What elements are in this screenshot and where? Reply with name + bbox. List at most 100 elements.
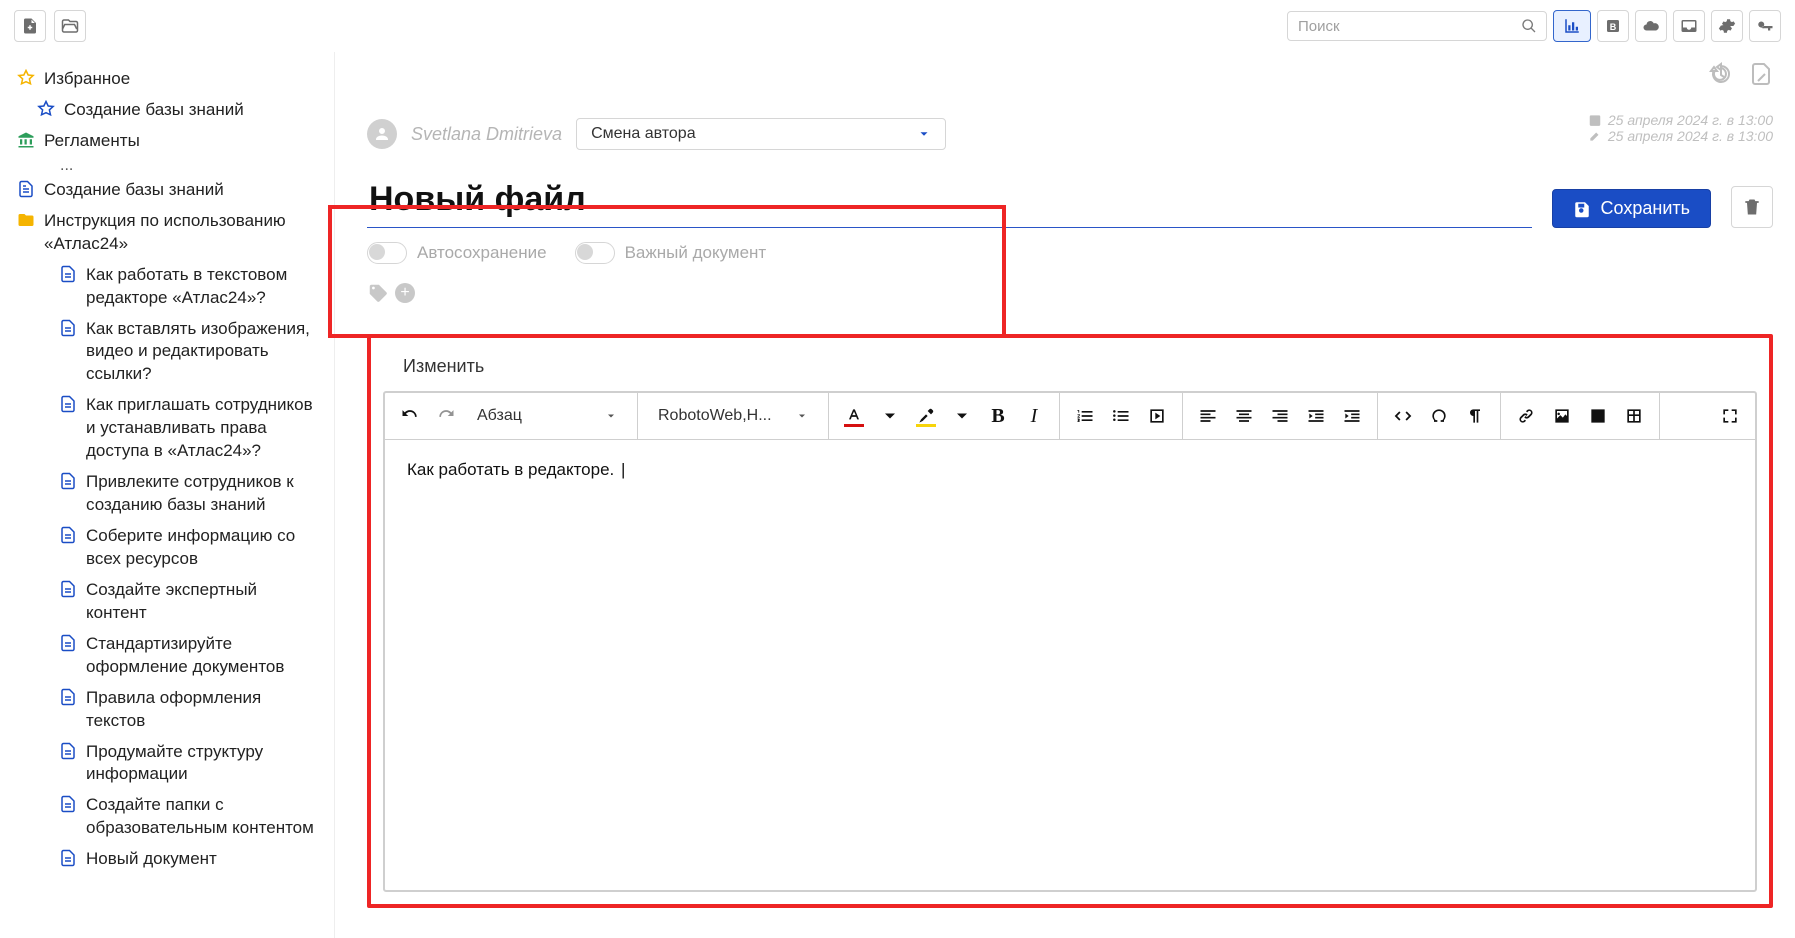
sidebar-doc-2[interactable]: Как вставлять изображения, видео и редак… [14, 314, 324, 391]
history-icon[interactable] [1709, 62, 1733, 91]
unordered-list-button[interactable] [1104, 399, 1138, 433]
sidebar-item-label: Стандартизируйте оформление документов [86, 633, 322, 679]
undo-icon [400, 406, 420, 426]
bank-icon [16, 130, 36, 150]
align-right-icon [1270, 406, 1290, 426]
bold-button[interactable]: B [981, 399, 1015, 433]
sidebar-item-label: Инструкция по использованию «Атлас24» [44, 210, 322, 256]
table-button[interactable] [1617, 399, 1651, 433]
search-button[interactable] [1515, 11, 1543, 41]
sidebar-item-label: Избранное [44, 68, 322, 91]
inbox-button[interactable] [1673, 10, 1705, 42]
delete-button[interactable] [1731, 186, 1773, 228]
change-author-select[interactable]: Смена автора [576, 118, 946, 150]
document-icon [58, 579, 78, 599]
cloud-button[interactable] [1635, 10, 1667, 42]
document-icon [16, 179, 36, 199]
fullscreen-button[interactable] [1713, 399, 1747, 433]
save-button-label: Сохранить [1601, 198, 1690, 219]
edit-date-icon [1588, 129, 1602, 143]
sidebar-doc-11[interactable]: Новый документ [14, 844, 324, 875]
sidebar-doc-3[interactable]: Как приглашать сотрудников и устанавлива… [14, 390, 324, 467]
code-button[interactable] [1386, 399, 1420, 433]
autosave-toggle[interactable] [367, 242, 407, 264]
fullscreen-icon [1720, 406, 1740, 426]
stats-button[interactable] [1553, 10, 1591, 42]
pilcrow-icon [1465, 406, 1485, 426]
sidebar-kb-root[interactable]: Создание базы знаний [14, 175, 324, 206]
font-family-dropdown[interactable]: RobotoWeb,H... [646, 407, 820, 425]
save-button[interactable]: Сохранить [1552, 189, 1711, 228]
sidebar-item-label: Как приглашать сотрудников и устанавлива… [86, 394, 322, 463]
blog-icon: B [1604, 17, 1622, 35]
media-button[interactable] [1140, 399, 1174, 433]
chart-button[interactable] [1581, 399, 1615, 433]
svg-text:B: B [1610, 22, 1617, 32]
sidebar-item-label: Создайте экспертный контент [86, 579, 322, 625]
important-toggle[interactable] [575, 242, 615, 264]
ordered-list-button[interactable] [1068, 399, 1102, 433]
add-tag-button[interactable]: + [395, 283, 415, 303]
text-color-dropdown[interactable] [873, 399, 907, 433]
person-icon [373, 125, 391, 143]
sidebar-doc-4[interactable]: Привлеките сотрудников к созданию базы з… [14, 467, 324, 521]
tags-row: + [367, 282, 1773, 304]
search-icon [1521, 17, 1537, 35]
italic-icon: I [1031, 405, 1038, 428]
open-folder-button[interactable] [54, 10, 86, 42]
key-icon [1756, 17, 1774, 35]
sidebar-fav-item-1[interactable]: Создание базы знаний [14, 95, 324, 126]
editor-tab-edit[interactable]: Изменить [383, 350, 1757, 391]
align-left-button[interactable] [1191, 399, 1225, 433]
new-doc-button[interactable] [14, 10, 46, 42]
sidebar-doc-6[interactable]: Создайте экспертный контент [14, 575, 324, 629]
admin-key-button[interactable] [1749, 10, 1781, 42]
star-outline-icon [16, 68, 36, 88]
undo-button[interactable] [393, 399, 427, 433]
sidebar-doc-8[interactable]: Правила оформления текстов [14, 683, 324, 737]
sidebar-item-label: Новый документ [86, 848, 322, 871]
highlight-dropdown[interactable] [945, 399, 979, 433]
tree-ellipsis[interactable]: ... [14, 157, 324, 175]
search-input[interactable] [1287, 11, 1547, 41]
editor-body[interactable]: Как работать в редакторе. [385, 440, 1755, 890]
align-center-button[interactable] [1227, 399, 1261, 433]
bar-chart-icon [1563, 17, 1581, 35]
highlight-button[interactable] [909, 399, 943, 433]
image-button[interactable] [1545, 399, 1579, 433]
document-title-input[interactable] [367, 178, 1532, 228]
sidebar-item-label: Создайте папки с образовательным контент… [86, 794, 322, 840]
app-toolbar: B [0, 0, 1795, 52]
unordered-list-icon [1111, 406, 1131, 426]
outdent-button[interactable] [1299, 399, 1333, 433]
chevron-down-icon [952, 406, 972, 426]
document-icon [58, 687, 78, 707]
settings-button[interactable] [1711, 10, 1743, 42]
sidebar-doc-7[interactable]: Стандартизируйте оформление документов [14, 629, 324, 683]
link-button[interactable] [1509, 399, 1543, 433]
align-right-button[interactable] [1263, 399, 1297, 433]
blog-button[interactable]: B [1597, 10, 1629, 42]
paragraph-style-dropdown[interactable]: Абзац [465, 407, 629, 425]
sidebar-doc-10[interactable]: Создайте папки с образовательным контент… [14, 790, 324, 844]
gear-icon [1718, 17, 1736, 35]
folder-open-icon [61, 17, 79, 35]
sidebar-regulations[interactable]: Регламенты [14, 126, 324, 157]
document-icon [58, 848, 78, 868]
indent-button[interactable] [1335, 399, 1369, 433]
template-icon[interactable] [1749, 62, 1773, 91]
autosave-label: Автосохранение [417, 243, 547, 263]
redo-button[interactable] [429, 399, 463, 433]
sidebar-doc-1[interactable]: Как работать в текстовом редакторе «Атла… [14, 260, 324, 314]
code-icon [1393, 406, 1413, 426]
document-icon [58, 525, 78, 545]
sidebar-instructions-root[interactable]: Инструкция по использованию «Атлас24» [14, 206, 324, 260]
special-char-button[interactable] [1422, 399, 1456, 433]
italic-button[interactable]: I [1017, 399, 1051, 433]
text-color-button[interactable] [837, 399, 871, 433]
editor-highlight-box: Изменить Абзац RobotoWeb,H... [367, 334, 1773, 908]
pilcrow-button[interactable] [1458, 399, 1492, 433]
sidebar-doc-9[interactable]: Продумайте структуру информации [14, 737, 324, 791]
sidebar-doc-5[interactable]: Соберите информацию со всех ресурсов [14, 521, 324, 575]
sidebar-favorites[interactable]: Избранное [14, 64, 324, 95]
